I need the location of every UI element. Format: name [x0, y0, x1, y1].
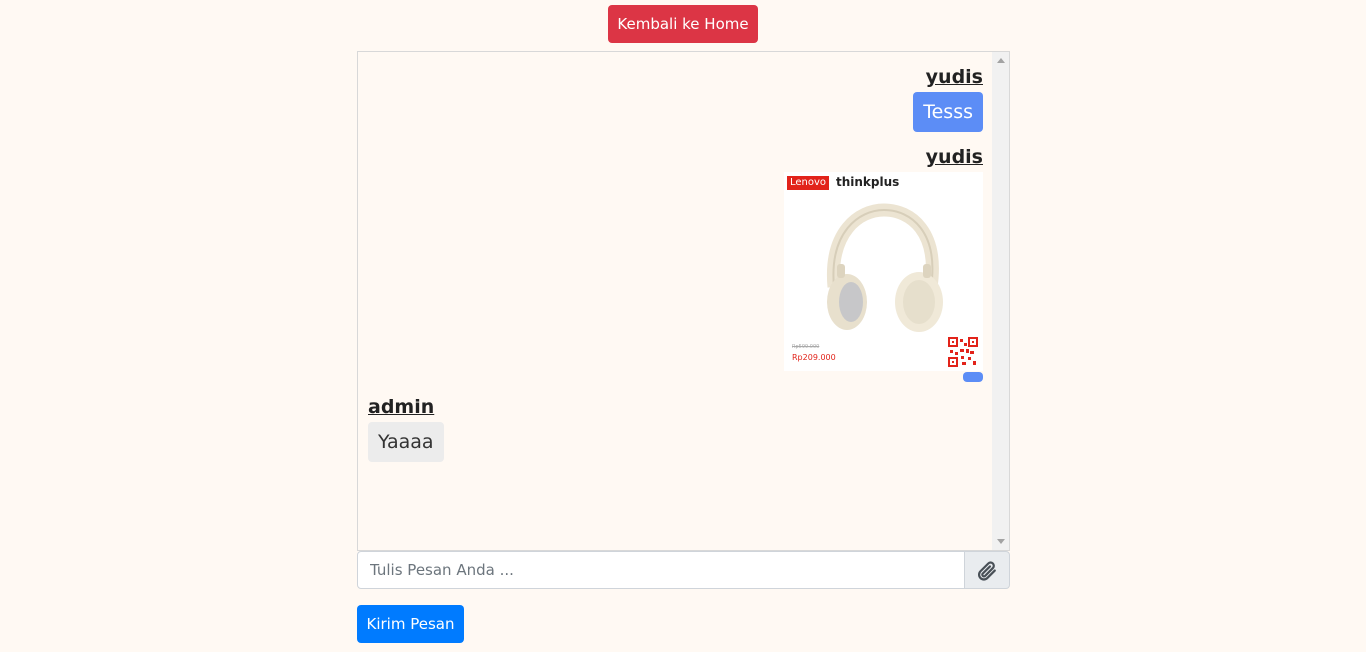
- message-sender: admin: [368, 396, 435, 418]
- back-to-home-button[interactable]: Kembali ke Home: [608, 5, 758, 43]
- message-composer: [357, 551, 1010, 589]
- headphones-image: [826, 203, 943, 332]
- scroll-up-arrow-icon[interactable]: [997, 58, 1005, 63]
- message-bubble-user: Tesss: [913, 92, 983, 132]
- attach-file-button[interactable]: [965, 551, 1010, 589]
- chat-messages-panel[interactable]: yudis Tesss yudis Lenovo thinkplus Rp599…: [357, 51, 1010, 551]
- scroll-down-arrow-icon[interactable]: [997, 539, 1005, 544]
- old-price: Rp599.000: [792, 344, 820, 350]
- message-sender: yudis: [925, 66, 983, 88]
- paperclip-icon: [978, 561, 996, 581]
- product-price: Rp209.000: [792, 353, 836, 362]
- brand-logo: Lenovo: [787, 176, 830, 190]
- chat-scrollbar[interactable]: [992, 52, 1009, 550]
- message-bubble-admin: Yaaaa: [368, 422, 444, 462]
- message-image[interactable]: Lenovo thinkplus Rp599.000 Rp209.000: [784, 172, 983, 371]
- qr-code-icon: [948, 337, 978, 367]
- sub-brand-logo: thinkplus: [836, 175, 900, 189]
- send-message-button[interactable]: Kirim Pesan: [357, 605, 464, 643]
- message-sender: yudis: [925, 146, 983, 168]
- message-input[interactable]: [357, 551, 965, 589]
- message-bubble-user: [963, 372, 983, 382]
